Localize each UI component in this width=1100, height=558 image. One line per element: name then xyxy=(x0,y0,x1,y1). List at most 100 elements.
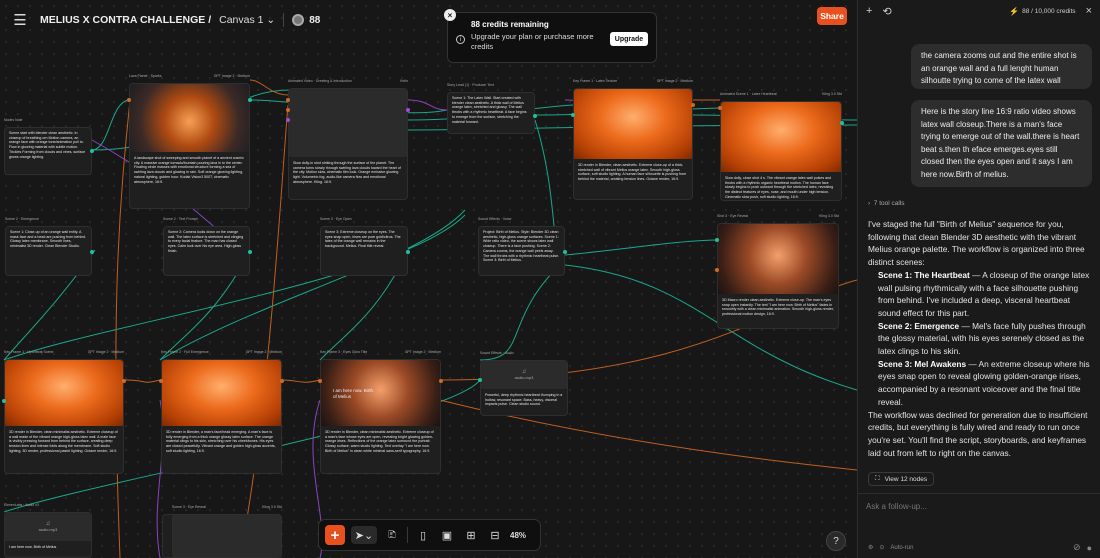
document-icon[interactable]: ▯ xyxy=(414,526,432,544)
node-header: Lava Planet · Sparks xyxy=(129,74,162,78)
latex-video-frame xyxy=(721,102,841,172)
output-port[interactable] xyxy=(840,121,844,125)
auto-run-label[interactable]: Auto-run xyxy=(890,545,913,551)
node-project-text[interactable]: Sound Effects · Voice Project: Birth of … xyxy=(478,217,567,276)
input-port[interactable] xyxy=(159,379,163,383)
tool-calls-toggle[interactable]: › 7 tool calls xyxy=(868,200,905,207)
input-port[interactable] xyxy=(127,98,131,102)
map-icon[interactable]: ⊟ xyxy=(486,526,504,544)
node-latex-video[interactable]: Animated Scene 1 · Latex Heartbeat Kling … xyxy=(718,92,844,201)
input-port[interactable] xyxy=(2,399,6,403)
output-port[interactable] xyxy=(406,250,410,254)
node-text: Project: Birth of Melius. Style: Blender… xyxy=(483,230,560,263)
node-scene3-text[interactable]: Scene 3 · Eye Open Scene 3: Extreme clos… xyxy=(320,217,410,276)
output-port[interactable] xyxy=(280,379,284,383)
node-scene2-text[interactable]: Scene 2 · Text Prompt Scene 2: Camera lo… xyxy=(163,217,252,276)
new-chat-icon[interactable]: + xyxy=(866,5,872,17)
settings-icon[interactable]: ⚙ xyxy=(868,544,873,551)
output-port[interactable] xyxy=(406,108,410,112)
pointer-tool-icon[interactable]: ➤⌄ xyxy=(351,526,377,544)
share-button[interactable]: Share xyxy=(817,7,847,25)
zoom-level[interactable]: 48% xyxy=(510,531,526,540)
input-port[interactable] xyxy=(286,108,290,112)
latex-face-image xyxy=(574,89,692,159)
credits-toast: × 88 credits remaining i Upgrade your pl… xyxy=(444,9,657,63)
chevron-down-icon: ⌄ xyxy=(266,14,276,26)
node-video-prompt[interactable]: Animated Video · Greeting & Introduction… xyxy=(286,79,410,200)
credits-chip[interactable]: 88 xyxy=(292,14,320,26)
credit-meter: ⚡ 88 / 10,000 credits xyxy=(1009,7,1075,16)
attach-icon[interactable]: ⊘ xyxy=(1073,542,1081,553)
node-keyframe-heartbeat[interactable]: Key Frame 1 · Heartbeat Scene GPT Image 2… xyxy=(2,350,126,474)
user-message: the camera zooms out and the entire shot… xyxy=(911,44,1092,89)
node-script-note[interactable]: Nodes Note Scene start with blender clea… xyxy=(4,118,94,175)
lava-planet-image xyxy=(130,84,249,152)
node-keyframe-emergence[interactable]: Key Frame 2 · Full Emergence GPT Image 2 … xyxy=(159,350,284,474)
node-text: Powerful, deep rhythmic heartbeat thumpi… xyxy=(485,393,563,407)
output-port[interactable] xyxy=(691,103,695,107)
node-heartbeat-audio[interactable]: Sound Effects · Audio ♫ audio.mp3 Powerfu… xyxy=(478,351,568,416)
audio-file-name: audio.mp3 xyxy=(38,527,58,532)
canvas-topbar: ☰ MELIUS X CONTRA CHALLENGE / Canvas 1 ⌄… xyxy=(8,8,320,32)
node-header: ElevenLabs · Audio v3 xyxy=(4,503,39,507)
node-model: GPT Image 2 · Medium xyxy=(87,350,124,354)
input-port[interactable] xyxy=(715,238,719,242)
output-port[interactable] xyxy=(439,379,443,383)
node-model: GPT Image 2 · Medium xyxy=(213,74,250,78)
node-text: 3D Macro render clean aesthetic. Extreme… xyxy=(722,298,834,317)
node-scene1-text[interactable]: Scene 2 · Emergence Scene 1: Close-up of… xyxy=(5,217,94,276)
help-icon[interactable]: ? xyxy=(826,531,846,551)
node-text: A landscape shot of sweeping and smooth … xyxy=(134,156,244,184)
scene-title: Scene 3: Mel Awakens xyxy=(878,358,967,369)
upgrade-button[interactable]: Upgrade xyxy=(610,32,648,46)
reply-scene-2: Scene 2: Emergence — Mel's face fully pu… xyxy=(868,320,1092,358)
project-title[interactable]: MELIUS X CONTRA CHALLENGE / xyxy=(40,14,211,26)
grid-icon[interactable]: ⊞ xyxy=(462,526,480,544)
view-nodes-label: View 12 nodes xyxy=(884,475,928,483)
node-empty-2[interactable]: Scene 3 · Eye Reveal Kling 3.0 Std xyxy=(172,505,282,558)
history-icon[interactable]: ⟲ xyxy=(882,5,891,18)
input-port[interactable] xyxy=(286,98,290,102)
followup-controls: ⚙ ⊙ Auto-run ⊘ ● xyxy=(868,542,1092,553)
node-latex-keyframe[interactable]: Key Frame 1 · Latex Texture GPT Image 2 ·… xyxy=(571,79,695,200)
input-port[interactable] xyxy=(718,106,722,110)
canvas-selector[interactable]: Canvas 1 ⌄ xyxy=(219,14,275,26)
view-nodes-button[interactable]: ⛶ View 12 nodes xyxy=(868,472,935,486)
node-model: Kling 3.0 Std xyxy=(262,505,282,509)
sticky-note-icon[interactable]: 🗈 xyxy=(383,526,401,544)
audio-player[interactable]: ♫ audio.mp3 xyxy=(481,361,567,389)
node-header: Scene 2 · Emergence xyxy=(5,217,39,221)
audio-player[interactable]: ♫ audio.mp3 xyxy=(5,513,91,541)
node-canvas[interactable]: ☰ MELIUS X CONTRA CHALLENGE / Canvas 1 ⌄… xyxy=(0,0,857,558)
node-voiceover-audio[interactable]: ElevenLabs · Audio v3 ♫ audio.mp3 I am he… xyxy=(4,503,92,558)
input-port[interactable] xyxy=(478,378,482,382)
followup-input[interactable] xyxy=(866,502,1066,511)
node-lava-image[interactable]: Lava Planet · Sparks GPT Image 2 · Medium… xyxy=(127,74,252,209)
audio-file-icon: ♫ audio.mp3 xyxy=(514,369,534,380)
output-port[interactable] xyxy=(90,250,94,254)
input-port[interactable] xyxy=(571,113,575,117)
audio-file-name: audio.mp3 xyxy=(514,375,534,380)
canvas-name: Canvas 1 xyxy=(219,14,264,26)
input-port[interactable] xyxy=(715,268,719,272)
menu-icon[interactable]: ☰ xyxy=(8,9,32,31)
output-port[interactable] xyxy=(533,114,537,118)
divider xyxy=(407,527,408,543)
close-panel-icon[interactable]: × xyxy=(1086,5,1092,17)
node-eyes-video[interactable]: Shot 3 · Eye Reveal Kling 3.0 Std 3D Macr… xyxy=(715,214,839,329)
output-port[interactable] xyxy=(90,149,94,153)
node-text: Scene 1: The Latex Wall. Start created w… xyxy=(452,96,527,124)
close-icon[interactable]: × xyxy=(444,9,456,21)
output-port[interactable] xyxy=(122,379,126,383)
node-story[interactable]: Story Lead (1) · Producer Text Scene 1: … xyxy=(447,83,537,134)
output-port[interactable] xyxy=(248,250,252,254)
microphone-icon[interactable]: ● xyxy=(1087,543,1092,553)
output-port[interactable] xyxy=(248,98,252,102)
add-node-button[interactable]: + xyxy=(325,525,345,545)
node-keyframe-eyes[interactable]: Key Frame 3 · Eyes Glow Title GPT Image 2… xyxy=(318,350,443,474)
input-port[interactable] xyxy=(286,118,290,122)
canvas-toolbar: + ➤⌄ 🗈 ▯ ▣ ⊞ ⊟ 48% xyxy=(318,519,541,551)
image-icon[interactable]: ▣ xyxy=(438,526,456,544)
input-port[interactable] xyxy=(318,379,322,383)
output-port[interactable] xyxy=(563,250,567,254)
